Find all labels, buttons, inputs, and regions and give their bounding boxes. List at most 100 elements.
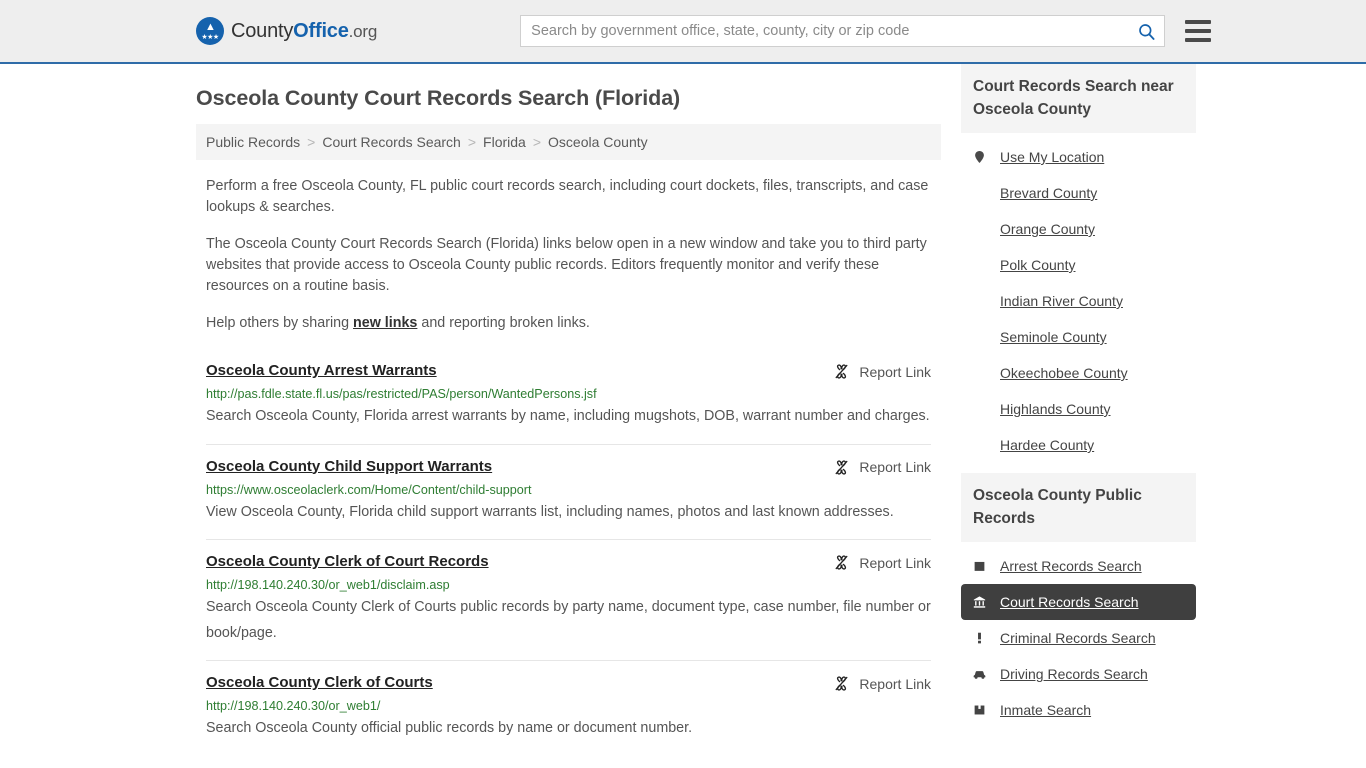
breadcrumb: Public Records > Court Records Search > Flor… bbox=[196, 124, 941, 160]
broken-link-icon bbox=[835, 676, 848, 691]
result-url[interactable]: http://198.140.240.30/or_web1/disclaim.a… bbox=[206, 577, 931, 593]
sidebar-nearby-link[interactable]: Highlands County bbox=[1000, 401, 1111, 417]
hamburger-bar-2 bbox=[1185, 29, 1212, 33]
report-link-button[interactable]: Report Link bbox=[833, 675, 931, 692]
brand-wordmark: CountyOffice.org bbox=[231, 20, 377, 43]
result-url[interactable]: http://198.140.240.30/or_web1/ bbox=[206, 698, 931, 714]
breadcrumb-separator: > bbox=[467, 134, 477, 150]
nearby-list: Use My Location Brevard County Orange Coun… bbox=[961, 133, 1196, 463]
menu-button[interactable] bbox=[1185, 20, 1212, 42]
sidebar-nearby-link[interactable]: Okeechobee County bbox=[1000, 365, 1128, 381]
nearby-panel-heading: Court Records Search near Osceola County bbox=[961, 64, 1196, 133]
result-title-link[interactable]: Osceola County Clerk of Courts bbox=[206, 674, 433, 692]
report-link-label: Report Link bbox=[859, 363, 931, 380]
search-input[interactable] bbox=[521, 16, 1129, 46]
breadcrumb-item-1[interactable]: Public Records bbox=[206, 134, 300, 150]
car-icon bbox=[973, 671, 986, 679]
sidebar-record-item-active[interactable]: Court Records Search bbox=[961, 584, 1196, 620]
sidebar-nearby-item[interactable]: Okeechobee County bbox=[961, 355, 1196, 391]
sidebar-nearby-link[interactable]: Hardee County bbox=[1000, 437, 1094, 453]
result-item: Osceola County Child Support Warrants Rep… bbox=[206, 443, 931, 540]
site-logo[interactable]: ▲ ★★★ CountyOffice.org bbox=[196, 17, 377, 45]
intro-paragraph-1: Perform a free Osceola County, FL public… bbox=[206, 178, 929, 215]
sidebar-nearby-item[interactable]: Seminole County bbox=[961, 319, 1196, 355]
report-link-button[interactable]: Report Link bbox=[833, 554, 931, 571]
search-button[interactable] bbox=[1128, 16, 1164, 46]
intro-p3-after: and reporting broken links. bbox=[417, 315, 590, 331]
result-title-link[interactable]: Osceola County Clerk of Court Records bbox=[206, 553, 489, 571]
result-item: Osceola County Clerk of Court Records Rep… bbox=[206, 539, 931, 660]
public-records-panel-heading: Osceola County Public Records bbox=[961, 473, 1196, 542]
sidebar-nearby-item[interactable]: Orange County bbox=[961, 211, 1196, 247]
sidebar-record-item[interactable]: Driving Records Search bbox=[961, 656, 1196, 692]
broken-link-icon bbox=[835, 555, 848, 570]
brand-org: .org bbox=[348, 21, 378, 41]
nearby-panel: Court Records Search near Osceola County… bbox=[961, 64, 1196, 463]
result-header: Osceola County Clerk of Court Records Rep… bbox=[206, 553, 931, 571]
search-icon bbox=[1138, 23, 1155, 40]
breadcrumb-item-3[interactable]: Florida bbox=[483, 134, 526, 150]
public-records-panel: Osceola County Public Records Arrest Rec… bbox=[961, 473, 1196, 728]
sidebar-record-item[interactable]: Criminal Records Search bbox=[961, 620, 1196, 656]
sidebar-record-link[interactable]: Arrest Records Search bbox=[1000, 558, 1142, 574]
square-icon bbox=[974, 561, 985, 571]
sidebar-nearby-link[interactable]: Brevard County bbox=[1000, 185, 1097, 201]
result-description: Search Osceola County official public re… bbox=[206, 720, 693, 736]
result-header: Osceola County Child Support Warrants Rep… bbox=[206, 458, 931, 476]
breadcrumb-item-4[interactable]: Osceola County bbox=[548, 134, 648, 150]
sidebar-record-item[interactable]: Inmate Search bbox=[961, 692, 1196, 728]
sidebar-nearby-link[interactable]: Use My Location bbox=[1000, 149, 1104, 165]
breadcrumb-item-2[interactable]: Court Records Search bbox=[322, 134, 461, 150]
brand-county: County bbox=[231, 19, 294, 42]
sidebar-nearby-link[interactable]: Seminole County bbox=[1000, 329, 1107, 345]
report-link-button[interactable]: Report Link bbox=[833, 459, 931, 476]
sidebar-nearby-item[interactable]: Use My Location bbox=[961, 139, 1196, 175]
sidebar-record-link[interactable]: Inmate Search bbox=[1000, 702, 1091, 718]
courthouse-icon bbox=[973, 595, 991, 609]
result-title-link[interactable]: Osceola County Child Support Warrants bbox=[206, 458, 492, 476]
sidebar-nearby-link[interactable]: Indian River County bbox=[1000, 293, 1123, 309]
sidebar-record-item[interactable]: Arrest Records Search bbox=[961, 548, 1196, 584]
square-icon bbox=[973, 559, 991, 573]
sidebar-nearby-item[interactable]: Brevard County bbox=[961, 175, 1196, 211]
site-header: ▲ ★★★ CountyOffice.org bbox=[0, 0, 1366, 64]
hamburger-bar-1 bbox=[1185, 20, 1212, 24]
broken-link-icon bbox=[835, 364, 848, 379]
car-icon bbox=[973, 667, 991, 681]
main-column: Osceola County Court Records Search (Flo… bbox=[196, 64, 941, 756]
result-description: Search Osceola County, Florida arrest wa… bbox=[206, 408, 930, 424]
sidebar-nearby-item[interactable]: Highlands County bbox=[961, 391, 1196, 427]
report-link-label: Report Link bbox=[859, 459, 931, 475]
sidebar-nearby-item[interactable]: Polk County bbox=[961, 247, 1196, 283]
sidebar-nearby-link[interactable]: Polk County bbox=[1000, 257, 1075, 273]
breadcrumb-separator: > bbox=[307, 134, 316, 150]
results-list: Osceola County Arrest Warrants Report Lin… bbox=[206, 350, 931, 756]
sidebar-record-link[interactable]: Driving Records Search bbox=[1000, 666, 1148, 682]
result-item: Osceola County Clerk of Courts Report Lin… bbox=[206, 660, 931, 756]
intro-text: Perform a free Osceola County, FL public… bbox=[206, 176, 931, 334]
sidebar-record-link[interactable]: Court Records Search bbox=[1000, 594, 1139, 610]
search-bar[interactable] bbox=[520, 15, 1166, 47]
sidebar-record-link[interactable]: Criminal Records Search bbox=[1000, 630, 1156, 646]
result-description: View Osceola County, Florida child suppo… bbox=[206, 503, 894, 520]
result-title-link[interactable]: Osceola County Arrest Warrants bbox=[206, 362, 437, 380]
report-link-label: Report Link bbox=[859, 554, 931, 571]
result-header: Osceola County Clerk of Courts Report Lin… bbox=[206, 674, 931, 692]
report-link-button[interactable]: Report Link bbox=[833, 363, 931, 380]
sidebar-nearby-item[interactable]: Indian River County bbox=[961, 283, 1196, 319]
new-links-link[interactable]: new links bbox=[353, 315, 417, 331]
sidebar-nearby-item[interactable]: Hardee County bbox=[961, 427, 1196, 463]
result-item: Osceola County Arrest Warrants Report Lin… bbox=[206, 350, 931, 444]
report-link-label: Report Link bbox=[859, 675, 931, 692]
result-url[interactable]: https://www.osceolaclerk.com/Home/Conten… bbox=[206, 482, 931, 498]
inmate-icon bbox=[974, 705, 985, 715]
intro-paragraph-2: The Osceola County Court Records Search … bbox=[206, 236, 927, 294]
map-pin-icon bbox=[973, 150, 991, 164]
broken-link-icon bbox=[835, 459, 848, 475]
eagle-logo-icon: ▲ ★★★ bbox=[196, 17, 224, 45]
sidebar-nearby-link[interactable]: Orange County bbox=[1000, 221, 1095, 237]
public-records-list: Arrest Records Search Court Records Searc… bbox=[961, 542, 1196, 728]
breadcrumb-separator: > bbox=[532, 134, 542, 150]
intro-p3-before: Help others by sharing bbox=[206, 315, 354, 331]
result-url[interactable]: http://pas.fdle.state.fl.us/pas/restrict… bbox=[206, 386, 931, 402]
